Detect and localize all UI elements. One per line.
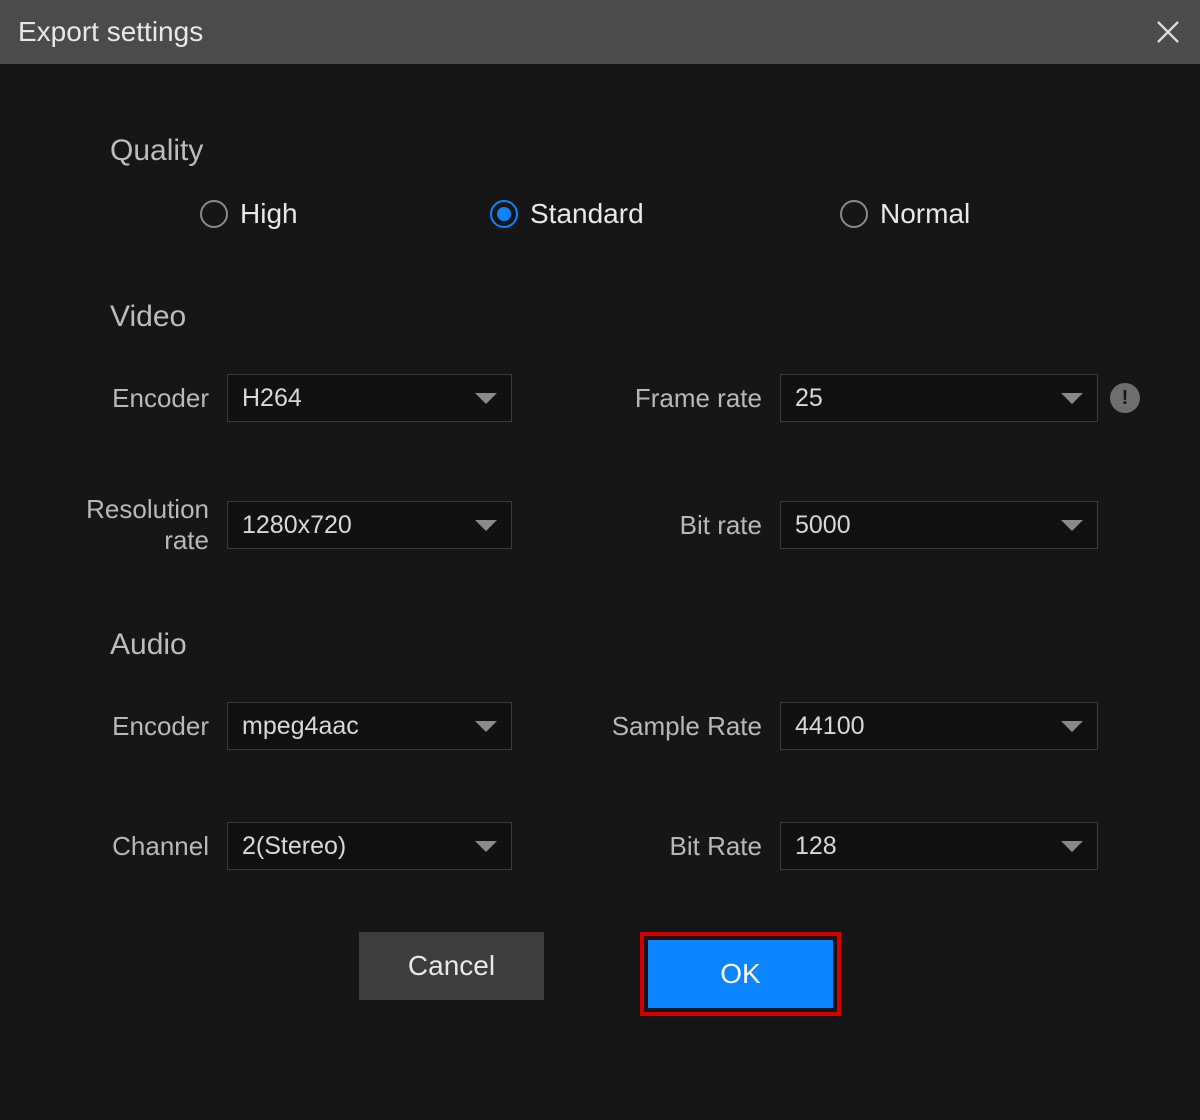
audio-samplerate-value: 44100 (795, 712, 865, 741)
radio-icon (840, 200, 868, 228)
chevron-down-icon (1061, 393, 1083, 404)
quality-radio-standard-label: Standard (530, 198, 644, 230)
radio-icon (490, 200, 518, 228)
quality-radio-normal[interactable]: Normal (840, 198, 970, 230)
chevron-down-icon (475, 393, 497, 404)
video-bitrate-select[interactable]: 5000 (780, 501, 1098, 549)
audio-samplerate-select[interactable]: 44100 (780, 702, 1098, 750)
highlight-box: OK (640, 932, 841, 1016)
audio-bitrate-value: 128 (795, 832, 837, 861)
dialog-title: Export settings (18, 16, 203, 48)
video-resolution-value: 1280x720 (242, 511, 352, 540)
chevron-down-icon (1061, 841, 1083, 852)
audio-channel-label: Channel (60, 831, 227, 862)
quality-radio-normal-label: Normal (880, 198, 970, 230)
video-encoder-label: Encoder (60, 383, 227, 414)
chevron-down-icon (475, 721, 497, 732)
audio-bitrate-select[interactable]: 128 (780, 822, 1098, 870)
chevron-down-icon (475, 520, 497, 531)
quality-radio-high[interactable]: High (200, 198, 490, 230)
video-resolution-select[interactable]: 1280x720 (227, 501, 512, 549)
quality-radio-high-label: High (240, 198, 298, 230)
video-heading: Video (110, 300, 1140, 334)
quality-radio-group: High Standard Normal (60, 198, 1140, 230)
dialog-content: Quality High Standard Normal Video Encod… (0, 64, 1200, 1016)
ok-button[interactable]: OK (648, 940, 833, 1008)
quality-heading: Quality (110, 134, 1140, 168)
info-icon[interactable]: ! (1110, 383, 1140, 413)
audio-channel-value: 2(Stereo) (242, 832, 346, 861)
audio-encoder-label: Encoder (60, 711, 227, 742)
quality-radio-standard[interactable]: Standard (490, 198, 840, 230)
video-bitrate-label: Bit rate (580, 510, 780, 541)
audio-encoder-value: mpeg4aac (242, 712, 359, 741)
video-framerate-label: Frame rate (580, 383, 780, 414)
chevron-down-icon (1061, 721, 1083, 732)
video-bitrate-value: 5000 (795, 511, 851, 540)
button-row: Cancel OK (60, 932, 1140, 1016)
audio-heading: Audio (110, 628, 1140, 662)
video-encoder-value: H264 (242, 384, 302, 413)
titlebar: Export settings (0, 0, 1200, 64)
audio-samplerate-label: Sample Rate (580, 711, 780, 742)
audio-bitrate-label: Bit Rate (580, 831, 780, 862)
video-framerate-value: 25 (795, 384, 823, 413)
video-encoder-select[interactable]: H264 (227, 374, 512, 422)
close-icon[interactable] (1154, 18, 1182, 46)
video-framerate-select[interactable]: 25 (780, 374, 1098, 422)
video-resolution-label: Resolution rate (60, 494, 227, 556)
radio-icon (200, 200, 228, 228)
audio-encoder-select[interactable]: mpeg4aac (227, 702, 512, 750)
audio-channel-select[interactable]: 2(Stereo) (227, 822, 512, 870)
chevron-down-icon (1061, 520, 1083, 531)
cancel-button[interactable]: Cancel (359, 932, 544, 1000)
chevron-down-icon (475, 841, 497, 852)
